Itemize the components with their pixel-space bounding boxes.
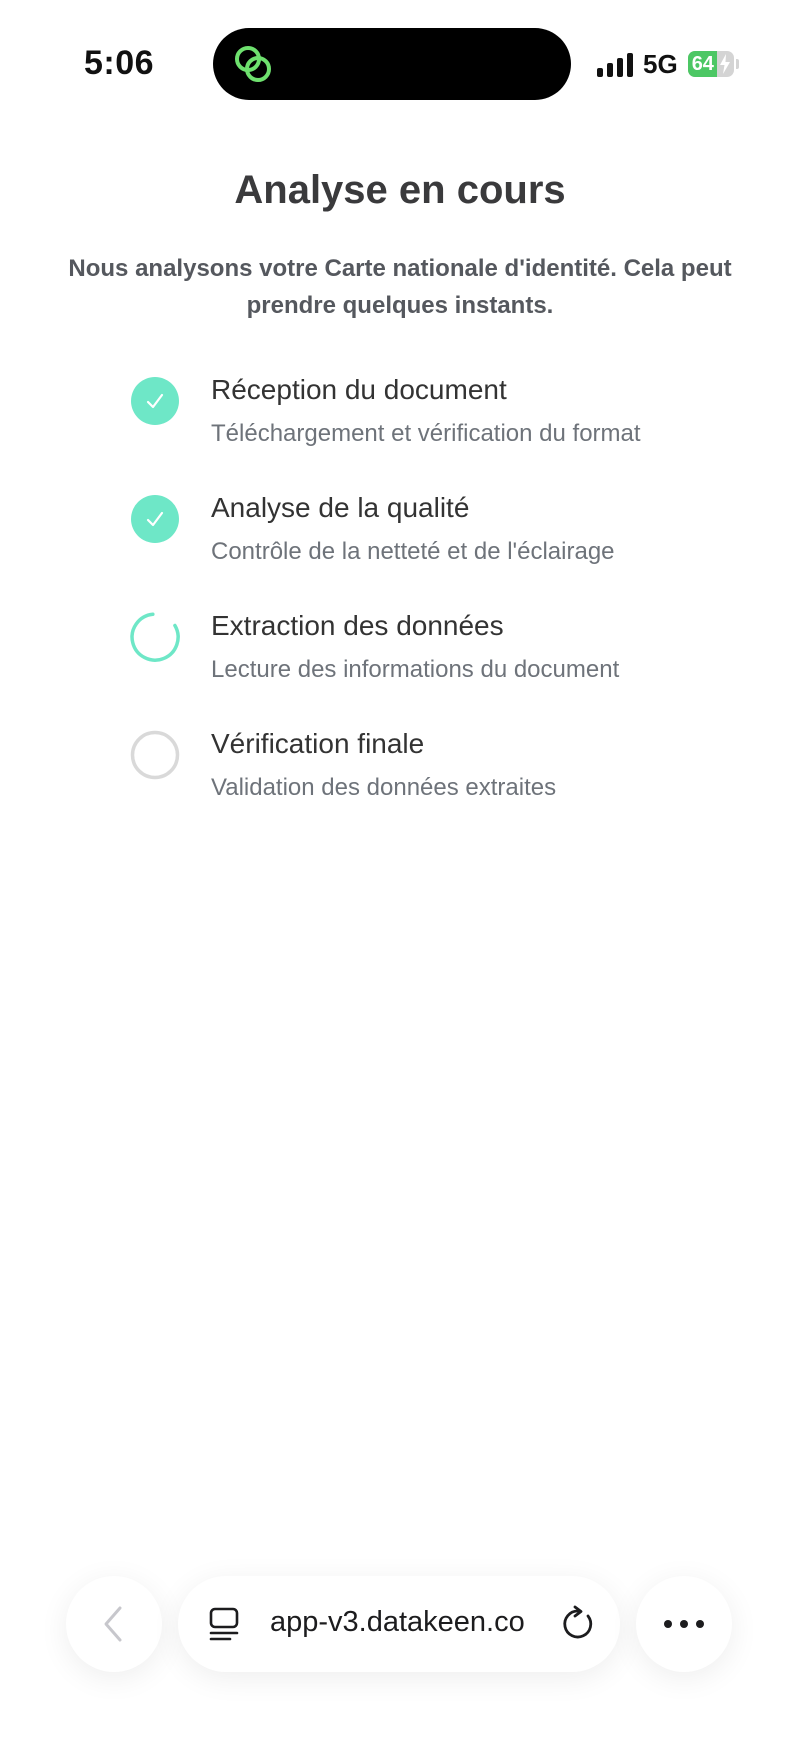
address-bar[interactable]: app-v3.datakeen.co [178,1576,620,1672]
step-description: Contrôle de la netteté et de l'éclairage [211,538,615,565]
step-description: Validation des données extraites [211,774,557,801]
check-circle-icon [131,377,179,425]
page-title: Analyse en cours [234,168,566,212]
step-item: Analyse de la qualité Contrôle de la net… [0,490,800,590]
step-description: Téléchargement et vérification du format [211,420,641,447]
check-circle-icon [131,495,179,543]
step-title: Réception du document [211,374,507,405]
charging-bolt-icon [719,54,730,74]
step-title: Extraction des données [211,610,504,641]
step-item: Extraction des données Lecture des infor… [0,608,800,708]
network-type: 5G [643,48,678,79]
page-subtitle: Nous analysons votre Carte nationale d'i… [68,255,732,319]
chevron-left-icon [104,1606,122,1642]
step-item: Réception du document Téléchargement et … [0,372,800,472]
more-button[interactable] [636,1576,732,1672]
step-title: Vérification finale [211,728,425,759]
link-rings-icon [235,46,271,82]
reload-icon[interactable] [558,1604,598,1644]
status-indicators: 5G 64 [597,46,739,82]
back-button[interactable] [66,1576,162,1672]
dynamic-island[interactable] [213,28,571,100]
url-text[interactable]: app-v3.datakeen.co [270,1606,525,1639]
battery-cap [735,59,739,69]
step-description: Lecture des informations du document [211,656,620,683]
ellipsis-icon [664,1620,704,1628]
step-item: Vérification finale Validation des donné… [0,726,800,826]
status-time: 5:06 [84,44,155,82]
empty-circle-icon [130,730,180,780]
battery-icon: 64 [687,51,734,77]
step-title: Analyse de la qualité [211,492,470,523]
page-menu-icon[interactable] [208,1606,242,1642]
loading-spinner-icon [130,612,180,662]
signal-bars-icon [597,51,633,77]
